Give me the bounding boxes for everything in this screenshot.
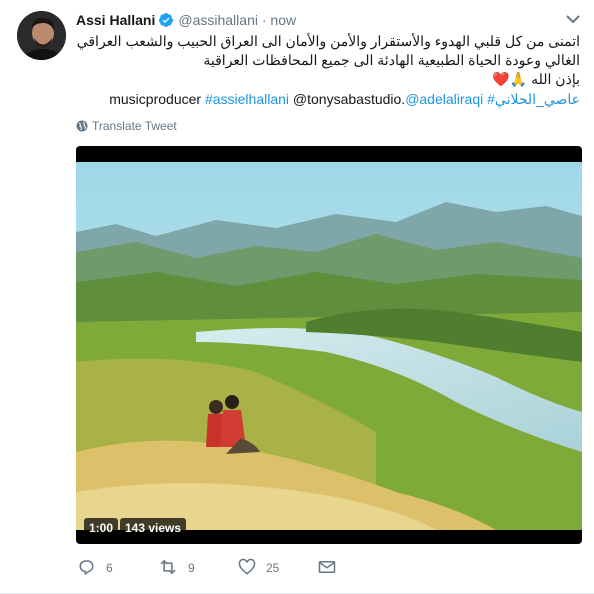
producer-text: musicproducer	[109, 91, 202, 107]
mention-link-tony[interactable]: @tonysabastudio.	[293, 91, 405, 107]
heart-icon	[238, 558, 256, 575]
separator-dot: ·	[261, 12, 267, 28]
hashtag-link-ar[interactable]: #عاصي_الحلاني	[487, 91, 580, 107]
author-handle[interactable]: @assihallani	[178, 12, 258, 28]
reply-icon	[79, 560, 94, 576]
like-button[interactable]: 25	[238, 558, 279, 578]
tweet-text: اتمنى من كل قلبي الهدوء والأستقرار والأم…	[76, 32, 580, 89]
envelope-icon	[318, 561, 336, 573]
retweet-button[interactable]: 9	[158, 558, 195, 578]
like-count: 25	[266, 561, 280, 575]
translate-label: Translate Tweet	[92, 119, 177, 133]
video-thumbnail	[76, 162, 582, 530]
video-duration-badge: 1:00	[84, 518, 119, 538]
author-name[interactable]: Assi Hallani	[76, 12, 155, 28]
tweet-actions: 6 9 25	[76, 558, 376, 578]
mention-link-adel[interactable]: @adelaliraqi	[405, 91, 483, 107]
direct-message-button[interactable]	[318, 558, 346, 578]
hashtag-link-en[interactable]: #assielhallani	[205, 91, 289, 107]
avatar[interactable]	[17, 11, 66, 60]
reply-button[interactable]: 6	[78, 558, 113, 578]
reply-count: 6	[106, 561, 113, 575]
globe-icon	[76, 120, 88, 132]
tweet-text-line2: بإذن الله	[531, 71, 580, 87]
tweet-header: Assi Hallani @assihallani · now	[76, 10, 296, 30]
tweet-text-line1: اتمنى من كل قلبي الهدوء والأستقرار والأم…	[76, 33, 580, 68]
video-player[interactable]: 1:00 143 views	[76, 146, 582, 544]
emoji-text: 🙏❤️	[492, 71, 528, 87]
verified-badge-icon	[159, 13, 174, 27]
translate-tweet-link[interactable]: Translate Tweet	[76, 118, 177, 134]
tweet-card[interactable]: Assi Hallani @assihallani · now اتمنى من …	[0, 0, 594, 594]
retweet-count: 9	[188, 561, 195, 575]
tweet-tags-line: musicproducer #assielhallani @tonysabast…	[76, 90, 580, 109]
video-views-badge: 143 views	[120, 518, 187, 538]
chevron-down-icon[interactable]	[566, 14, 580, 24]
tweet-timestamp[interactable]: now	[270, 12, 296, 28]
retweet-icon	[160, 559, 176, 575]
